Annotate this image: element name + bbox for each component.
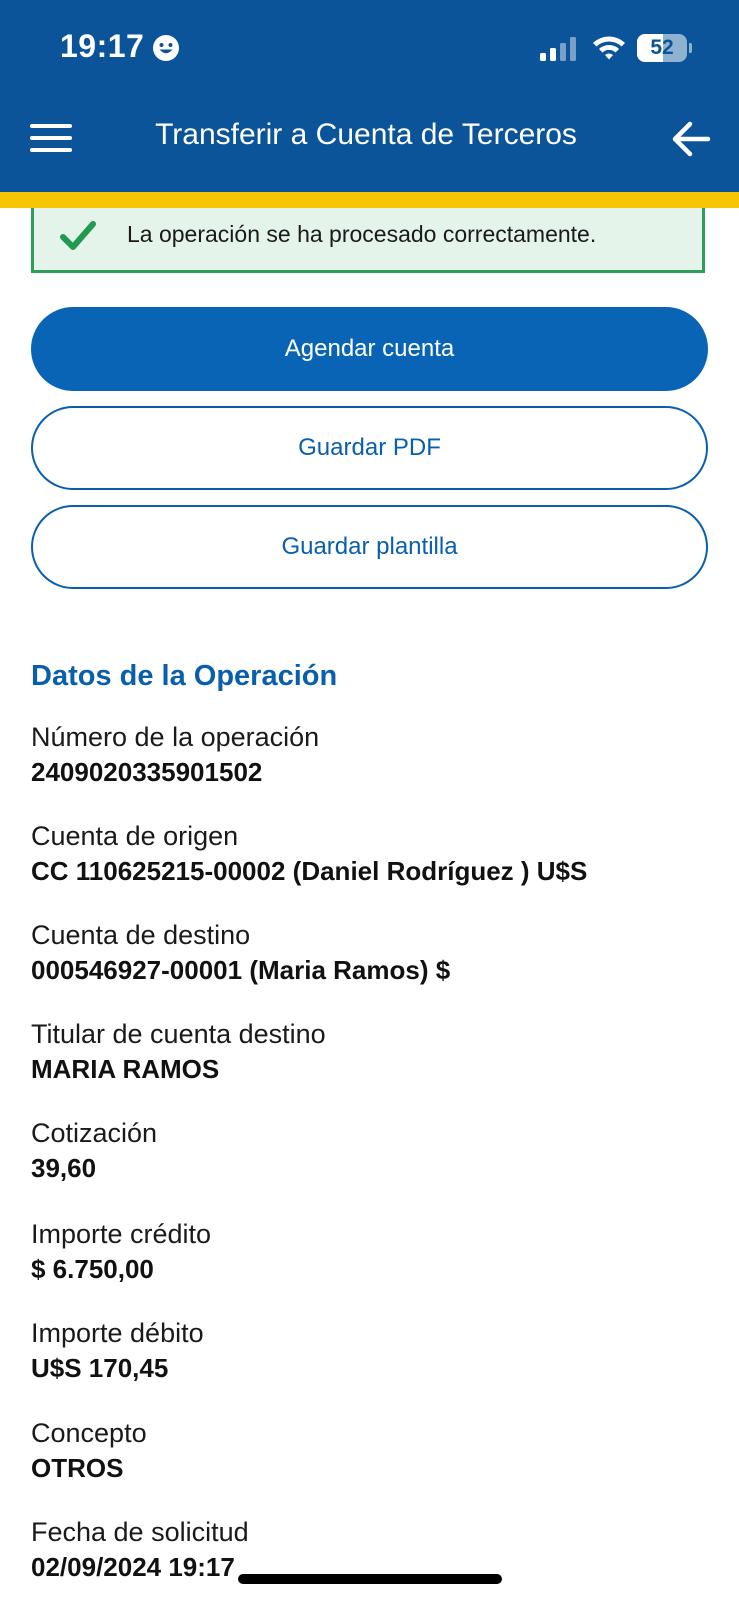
wifi-icon (593, 36, 625, 60)
detail-value: 000546927-00001 (Maria Ramos) $ (31, 955, 451, 985)
menu-button[interactable] (28, 120, 74, 156)
detail-label: Cuenta de destino (31, 920, 251, 950)
detail-label: Número de la operación (31, 722, 320, 752)
save-template-button[interactable]: Guardar plantilla (31, 505, 708, 589)
battery-icon: 52 (637, 34, 692, 62)
cellular-signal-icon (540, 37, 576, 61)
header-accent-bar (0, 192, 739, 208)
detail-source-account: Cuenta de origen CC 110625215-00002 (Dan… (31, 819, 721, 889)
smiley-face-icon (153, 35, 179, 61)
detail-value: 39,60 (31, 1153, 97, 1183)
success-message: La operación se ha procesado correctamen… (127, 221, 597, 247)
detail-operation-number: Número de la operación 2409020335901502 (31, 720, 721, 790)
detail-label: Titular de cuenta destino (31, 1019, 326, 1049)
detail-label: Cuenta de origen (31, 821, 239, 851)
detail-destination-holder: Titular de cuenta destino MARIA RAMOS (31, 1017, 721, 1087)
status-bar: 19:17 52 (0, 0, 739, 100)
detail-destination-account: Cuenta de destino 000546927-00001 (Maria… (31, 918, 721, 988)
detail-label: Fecha de solicitud (31, 1517, 249, 1547)
detail-label: Cotización (31, 1118, 158, 1148)
detail-label: Importe crédito (31, 1219, 212, 1249)
detail-value: MARIA RAMOS (31, 1054, 220, 1084)
detail-label: Concepto (31, 1418, 147, 1448)
detail-value: $ 6.750,00 (31, 1254, 154, 1284)
app-header: 19:17 52 Transferir a Cuenta de Terceros (0, 0, 739, 192)
detail-exchange-rate: Cotización 39,60 (31, 1116, 721, 1186)
success-banner: La operación se ha procesado correctamen… (31, 208, 705, 273)
page-title: Transferir a Cuenta de Terceros (155, 118, 577, 151)
back-arrow-icon[interactable] (668, 116, 714, 162)
detail-value: CC 110625215-00002 (Daniel Rodríguez ) U… (31, 856, 588, 886)
detail-value: U$S 170,45 (31, 1353, 169, 1383)
checkmark-icon (60, 221, 96, 250)
detail-value: 2409020335901502 (31, 757, 263, 787)
transfer-confirmation-screen: 19:17 52 Transferir a Cuenta de Terceros… (0, 0, 739, 1600)
battery-level: 52 (650, 36, 674, 59)
detail-value: OTROS (31, 1453, 124, 1483)
home-indicator[interactable] (238, 1574, 502, 1584)
detail-debit-amount: Importe débito U$S 170,45 (31, 1316, 721, 1386)
hamburger-menu-icon (30, 124, 72, 128)
schedule-account-button[interactable]: Agendar cuenta (31, 307, 708, 391)
save-pdf-button[interactable]: Guardar PDF (31, 406, 708, 490)
status-time: 19:17 (60, 28, 145, 64)
detail-label: Importe débito (31, 1318, 204, 1348)
detail-concept: Concepto OTROS (31, 1416, 721, 1486)
section-title: Datos de la Operación (31, 660, 338, 692)
detail-credit-amount: Importe crédito $ 6.750,00 (31, 1217, 721, 1287)
